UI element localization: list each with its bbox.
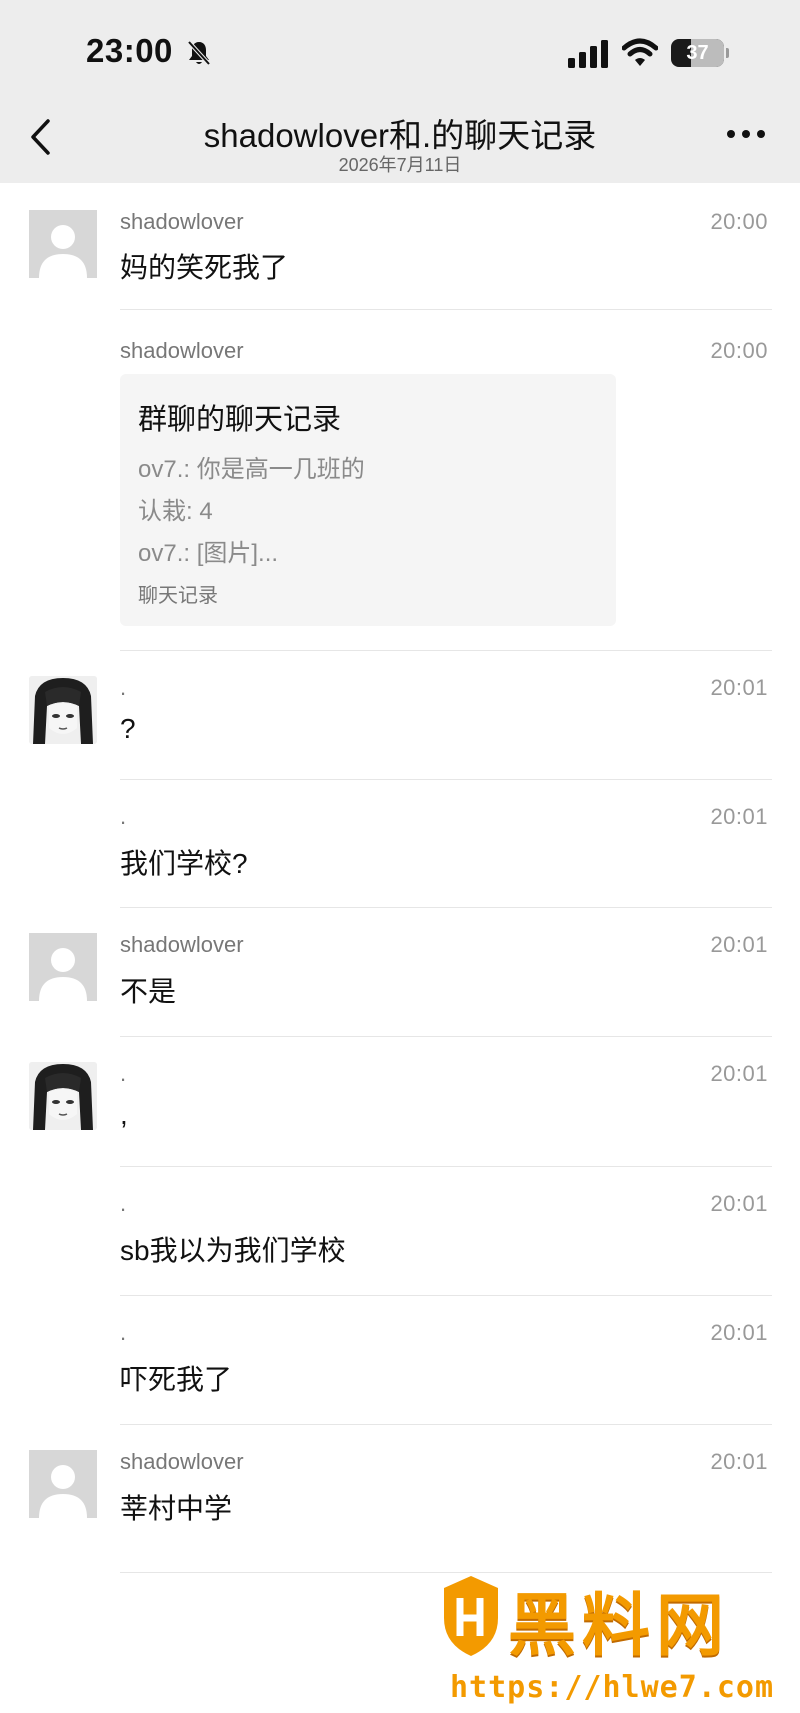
watermark: 黑料网 https://hlwe7.com <box>440 1570 790 1710</box>
sender-name: . <box>120 1191 127 1216</box>
anime-girl-avatar-icon <box>29 1062 97 1130</box>
bell-muted-icon <box>187 40 211 66</box>
card-title: 群聊的聊天记录 <box>138 404 342 436</box>
message-time: 20:01 <box>710 932 768 957</box>
user-placeholder-icon <box>29 1450 97 1518</box>
message-time: 20:01 <box>710 1061 768 1086</box>
message-text: 妈的笑死我了 <box>120 252 289 283</box>
message-item[interactable]: . 20:01 sb我以为我们学校 <box>0 1167 800 1296</box>
sender-name: . <box>120 1061 127 1086</box>
message-text: 吓死我了 <box>120 1364 233 1395</box>
message-text: , <box>120 1099 128 1130</box>
battery-percentage: 37 <box>686 42 709 64</box>
message-item[interactable]: shadowlover 20:01 莘村中学 <box>0 1425 800 1573</box>
avatar[interactable] <box>29 676 97 744</box>
back-arrow-icon[interactable] <box>28 117 54 157</box>
sender-name: . <box>120 1320 127 1345</box>
watermark-text: 黑料网 <box>508 1588 731 1664</box>
status-bar: 23:00 37 <box>0 0 800 95</box>
message-time: 20:01 <box>710 675 768 700</box>
anime-girl-avatar-icon <box>29 676 97 744</box>
message-item[interactable]: . 20:01 ? <box>0 651 800 780</box>
card-preview-line: ov7.: 你是高一几班的 <box>138 456 365 483</box>
watermark-logo-icon <box>444 1576 498 1656</box>
message-text: ? <box>120 713 136 744</box>
message-time: 20:01 <box>710 1449 768 1474</box>
sender-name: shadowlover <box>120 932 244 957</box>
sender-name: shadowlover <box>120 338 244 363</box>
watermark-url: https://hlwe7.com <box>450 1670 775 1705</box>
message-text: 我们学校? <box>120 848 248 879</box>
user-placeholder-icon <box>29 210 97 278</box>
avatar[interactable] <box>29 210 97 278</box>
message-item[interactable]: . 20:01 我们学校? <box>0 780 800 908</box>
page-title: shadowlover和.的聊天记录 <box>203 117 597 154</box>
card-footer-label: 聊天记录 <box>138 585 218 607</box>
sender-name: . <box>120 675 127 700</box>
status-time: 23:00 <box>86 32 173 69</box>
sender-name: shadowlover <box>120 209 244 234</box>
message-item[interactable]: shadowlover 20:00 妈的笑死我了 <box>0 183 800 310</box>
sender-name: . <box>120 804 127 829</box>
chat-record-card[interactable]: 群聊的聊天记录 ov7.: 你是高一几班的 认栽: 4 ov7.: [图片]..… <box>120 374 616 626</box>
message-time: 20:00 <box>710 338 768 363</box>
battery-tip <box>726 48 729 58</box>
navigation-bar: shadowlover和.的聊天记录 2026年7月11日 <box>0 95 800 183</box>
user-placeholder-icon <box>29 933 97 1001</box>
message-item[interactable]: . 20:01 吓死我了 <box>0 1296 800 1425</box>
message-time: 20:01 <box>710 804 768 829</box>
message-item[interactable]: shadowlover 20:01 不是 <box>0 908 800 1037</box>
message-time: 20:01 <box>710 1191 768 1216</box>
sender-name: shadowlover <box>120 1449 244 1474</box>
battery-body: 37 <box>671 39 724 67</box>
message-text: 莘村中学 <box>120 1493 233 1524</box>
wifi-icon <box>622 38 658 66</box>
message-list: shadowlover 20:00 妈的笑死我了 shadowlover 20:… <box>0 183 800 1573</box>
message-text: sb我以为我们学校 <box>120 1235 346 1266</box>
page-subtitle-date: 2026年7月11日 <box>338 155 462 175</box>
avatar[interactable] <box>29 1062 97 1130</box>
cellular-signal-icon <box>568 40 608 68</box>
card-preview-line: ov7.: [图片]... <box>138 540 279 567</box>
more-options-icon[interactable] <box>726 128 766 140</box>
card-preview-line: 认栽: 4 <box>138 498 213 525</box>
message-item[interactable]: . 20:01 , <box>0 1037 800 1167</box>
avatar[interactable] <box>29 933 97 1001</box>
message-time: 20:01 <box>710 1320 768 1345</box>
battery-indicator: 37 <box>671 39 729 67</box>
message-time: 20:00 <box>710 209 768 234</box>
message-text: 不是 <box>120 976 177 1007</box>
avatar[interactable] <box>29 1450 97 1518</box>
message-item[interactable]: shadowlover 20:00 群聊的聊天记录 ov7.: 你是高一几班的 … <box>0 310 800 651</box>
